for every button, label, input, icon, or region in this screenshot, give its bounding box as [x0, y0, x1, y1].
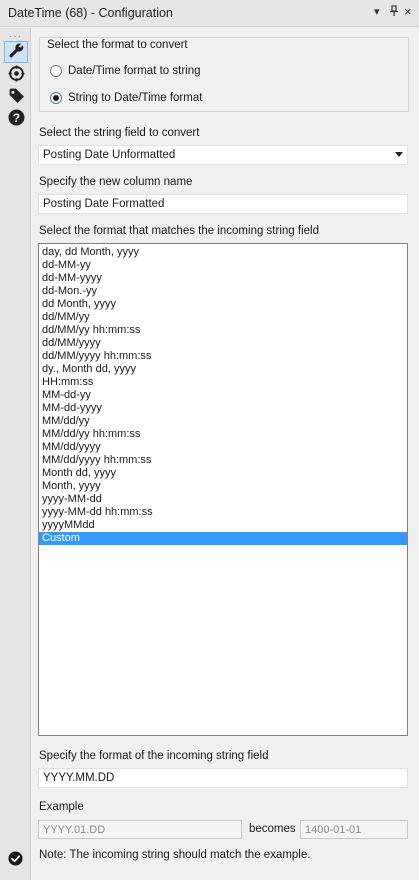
- example-label: Example: [39, 801, 84, 813]
- help-tab[interactable]: ?: [4, 108, 28, 130]
- window-title: DateTime (68) - Configuration: [8, 6, 173, 20]
- metadata-tab[interactable]: [4, 86, 28, 108]
- list-item[interactable]: MM/dd/yy hh:mm:ss: [39, 428, 407, 441]
- radio-label: String to Date/Time format: [68, 92, 203, 104]
- chevron-down-icon: [395, 152, 403, 157]
- new-column-label: Specify the new column name: [39, 176, 193, 188]
- close-icon[interactable]: ×: [404, 4, 412, 19]
- check-circle-icon: [8, 851, 23, 866]
- becomes-label: becomes: [249, 823, 296, 835]
- new-column-value: Posting Date Formatted: [43, 198, 165, 210]
- list-item[interactable]: yyyy-MM-dd hh:mm:ss: [39, 506, 407, 519]
- list-item[interactable]: dd/MM/yyyy: [39, 337, 407, 350]
- group-title: Select the format to convert: [47, 39, 188, 51]
- list-item[interactable]: Month dd, yyyy: [39, 467, 407, 480]
- list-item[interactable]: dy., Month dd, yyyy: [39, 363, 407, 376]
- format-list-label: Select the format that matches the incom…: [39, 225, 319, 237]
- radio-label: Date/Time format to string: [68, 65, 201, 77]
- example-input-value: YYYY.01.DD: [43, 824, 106, 836]
- tag-icon: [8, 87, 25, 107]
- radio-string-to-datetime[interactable]: String to Date/Time format: [50, 92, 202, 104]
- radio-datetime-to-string[interactable]: Date/Time format to string: [50, 65, 201, 77]
- svg-text:?: ?: [12, 112, 19, 125]
- list-item[interactable]: MM-dd-yyyy: [39, 402, 407, 415]
- custom-format-value: YYYY.MM.DD: [43, 772, 115, 784]
- format-to-convert-group: Select the format to convert Date/Time f…: [39, 37, 409, 112]
- list-item[interactable]: MM/dd/yyyy hh:mm:ss: [39, 454, 407, 467]
- note-text: Note: The incoming string should match t…: [39, 849, 311, 861]
- list-item[interactable]: dd/MM/yy hh:mm:ss: [39, 324, 407, 337]
- custom-format-label: Specify the format of the incoming strin…: [39, 750, 269, 762]
- format-listbox[interactable]: day, dd Month, yyyy dd-MM-yy dd-MM-yyyy dd-…: [38, 243, 408, 736]
- configuration-tab[interactable]: [4, 41, 28, 63]
- list-item[interactable]: Month, yyyy: [39, 480, 407, 493]
- list-item[interactable]: dd-MM-yyyy: [39, 272, 407, 285]
- list-item[interactable]: MM-dd-yy: [39, 389, 407, 402]
- tool-rail: ··· ?: [0, 28, 31, 880]
- list-item[interactable]: dd Month, yyyy: [39, 298, 407, 311]
- list-item[interactable]: yyyy-MM-dd: [39, 493, 407, 506]
- pin-icon[interactable]: [389, 5, 399, 20]
- list-item[interactable]: yyyyMMdd: [39, 519, 407, 532]
- title-bar: DateTime (68) - Configuration ▾ ×: [0, 0, 419, 27]
- annotation-tab[interactable]: [4, 64, 28, 86]
- radio-button-checked[interactable]: [50, 92, 62, 104]
- list-item[interactable]: day, dd Month, yyyy: [39, 246, 407, 259]
- wrench-icon: [8, 42, 25, 62]
- new-column-input[interactable]: Posting Date Formatted: [38, 194, 408, 214]
- list-item[interactable]: dd-MM-yy: [39, 259, 407, 272]
- help-icon: ?: [8, 109, 25, 129]
- string-field-label: Select the string field to convert: [39, 127, 200, 139]
- configuration-panel: Select the format to convert Date/Time f…: [31, 28, 419, 880]
- string-field-dropdown[interactable]: Posting Date Unformatted: [38, 145, 408, 165]
- list-item[interactable]: dd/MM/yyyy hh:mm:ss: [39, 350, 407, 363]
- list-item[interactable]: dd-Mon.-yy: [39, 285, 407, 298]
- list-item[interactable]: dd/MM/yy: [39, 311, 407, 324]
- panel-menu-icon[interactable]: ▾: [374, 5, 380, 18]
- custom-format-input[interactable]: YYYY.MM.DD: [38, 768, 408, 788]
- example-output-value: 1400-01-01: [305, 824, 362, 836]
- list-item[interactable]: MM/dd/yyyy: [39, 441, 407, 454]
- example-input: YYYY.01.DD: [38, 820, 242, 839]
- example-output: 1400-01-01: [300, 820, 408, 839]
- list-item-selected[interactable]: Custom: [39, 532, 407, 545]
- list-item[interactable]: HH:mm:ss: [39, 376, 407, 389]
- radio-button[interactable]: [50, 65, 62, 77]
- list-item[interactable]: MM/dd/yy: [39, 415, 407, 428]
- string-field-value: Posting Date Unformatted: [43, 149, 176, 161]
- target-icon: [8, 65, 25, 85]
